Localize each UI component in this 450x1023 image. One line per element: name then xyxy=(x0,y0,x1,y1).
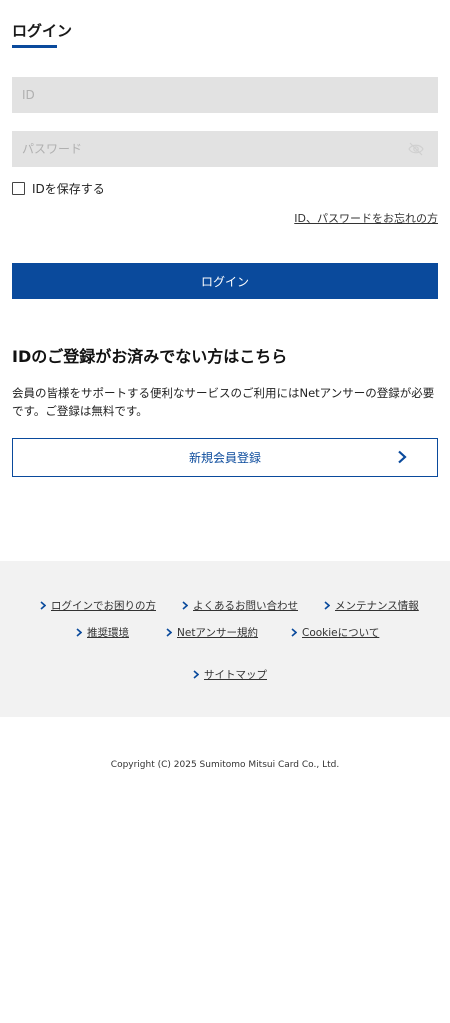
footer-link-login-help[interactable]: ログインでお困りの方 xyxy=(40,598,156,613)
chevron-right-icon xyxy=(193,670,199,679)
footer-link-maintenance[interactable]: メンテナンス情報 xyxy=(324,598,419,613)
chevron-right-icon xyxy=(182,601,188,610)
register-button-label: 新規会員登録 xyxy=(188,451,261,465)
chevron-right-icon xyxy=(324,601,330,610)
chevron-right-icon xyxy=(398,450,407,464)
forgot-credentials-link[interactable]: ID、パスワードをお忘れの方 xyxy=(294,210,438,226)
password-input[interactable] xyxy=(12,131,438,167)
footer-link-faq[interactable]: よくあるお問い合わせ xyxy=(182,598,298,613)
chevron-right-icon xyxy=(40,601,46,610)
register-button[interactable]: 新規会員登録 xyxy=(12,438,438,477)
footer-link-cookie[interactable]: Cookieについて xyxy=(291,625,379,640)
footer-link-sitemap[interactable]: サイトマップ xyxy=(193,667,267,682)
footer-link-environment[interactable]: 推奨環境 xyxy=(76,625,129,640)
register-heading: IDのご登録がお済みでない方はこちら xyxy=(12,347,288,366)
page-title: ログイン xyxy=(12,22,73,40)
id-field[interactable] xyxy=(12,77,438,113)
eye-off-icon[interactable] xyxy=(408,142,424,156)
password-field[interactable] xyxy=(12,131,438,167)
register-description: 会員の皆様をサポートする便利なサービスのご利用にはNetアンサーの登録が必要です… xyxy=(12,386,435,418)
login-button[interactable]: ログイン xyxy=(12,263,438,299)
chevron-right-icon xyxy=(291,628,297,637)
remember-id[interactable]: IDを保存する xyxy=(12,180,105,197)
chevron-right-icon xyxy=(76,628,82,637)
title-underline xyxy=(12,45,57,48)
remember-checkbox[interactable] xyxy=(12,182,25,195)
copyright: Copyright (C) 2025 Sumitomo Mitsui Card … xyxy=(110,760,340,770)
footer-link-terms[interactable]: Netアンサー規約 xyxy=(166,625,258,640)
footer: ログインでお困りの方 よくあるお問い合わせ メンテナンス情報 推奨環境 Netア… xyxy=(0,561,450,717)
chevron-right-icon xyxy=(166,628,172,637)
remember-label: IDを保存する xyxy=(32,182,105,196)
id-input[interactable] xyxy=(12,77,438,113)
